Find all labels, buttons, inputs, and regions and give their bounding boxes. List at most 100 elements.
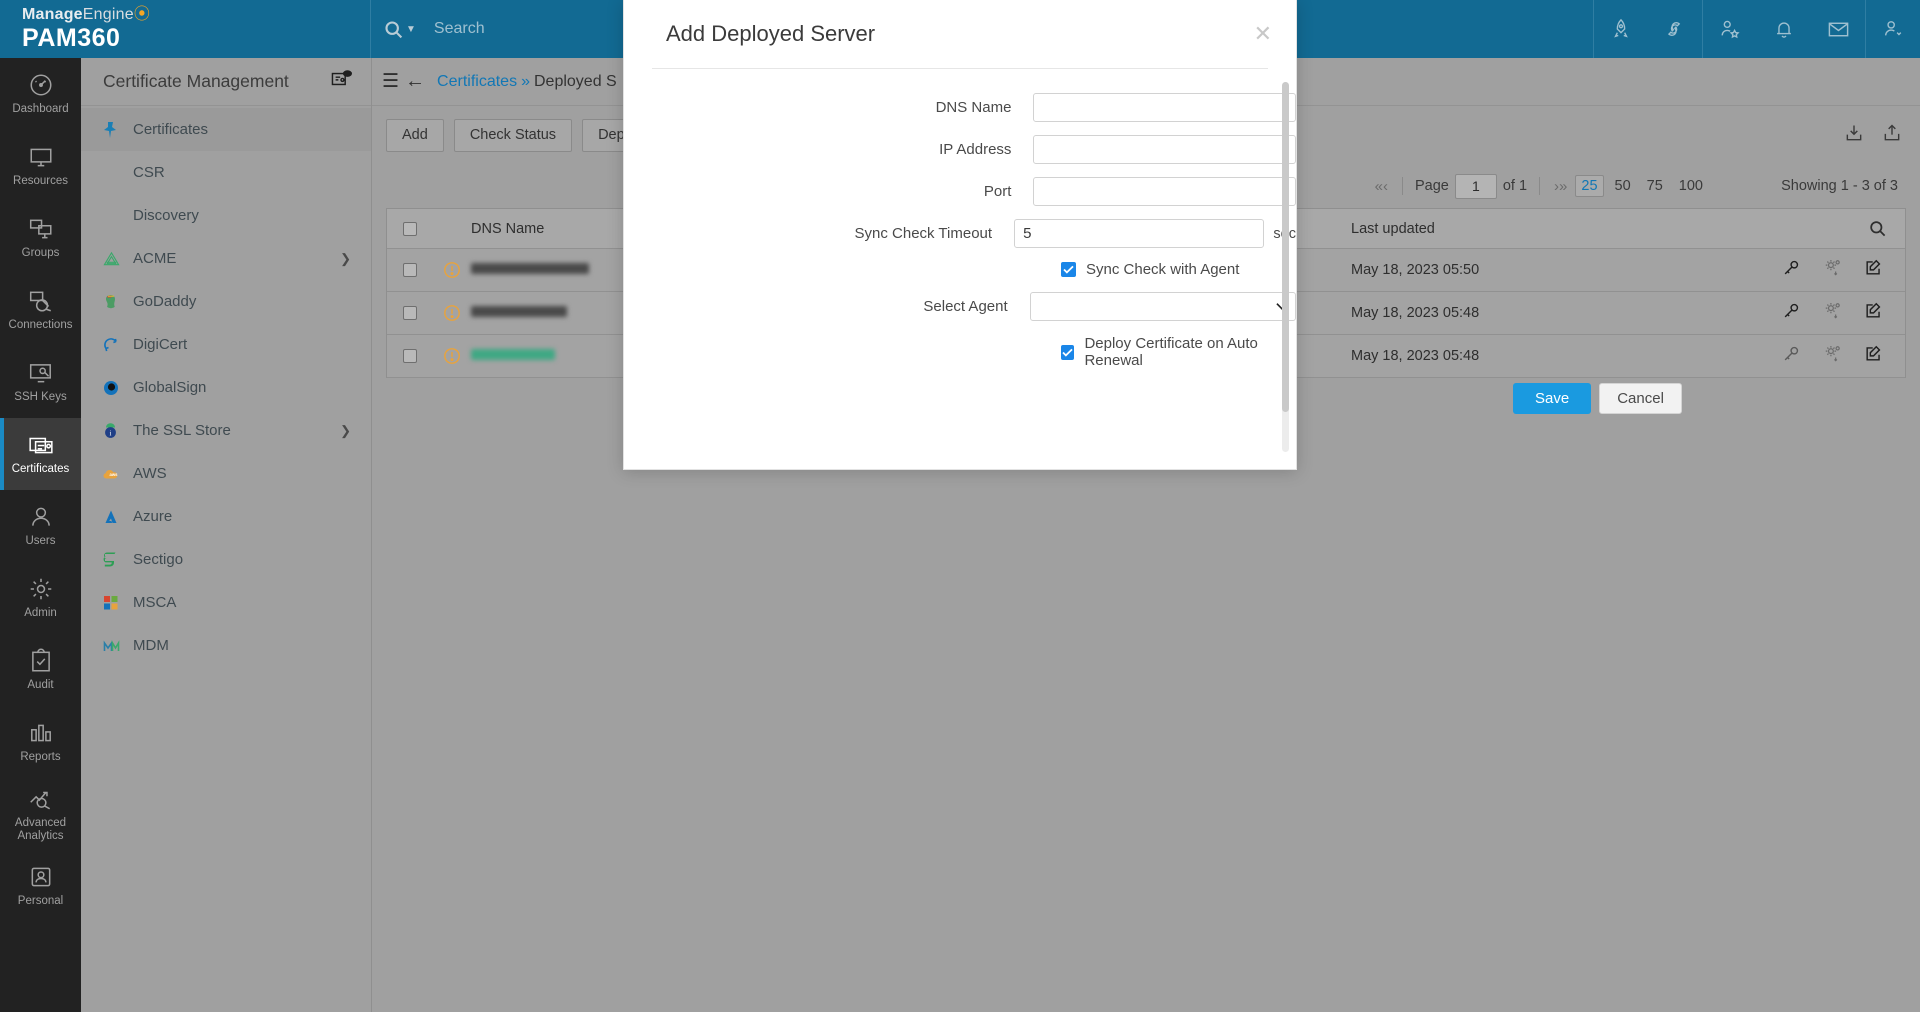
edit-icon[interactable]: [1864, 344, 1883, 368]
subnav-item-azure[interactable]: Azure: [81, 495, 371, 538]
sidebar-item-users[interactable]: Users: [0, 490, 81, 562]
page-total-label: of 1: [1503, 178, 1527, 194]
back-arrow-icon[interactable]: ←: [405, 70, 425, 93]
subnav-item-godaddy[interactable]: GoDaddy: [81, 280, 371, 323]
subnav-label: The SSL Store: [133, 422, 231, 439]
sidebar-item-reports[interactable]: Reports: [0, 706, 81, 778]
close-icon[interactable]: ✕: [1254, 23, 1272, 45]
dns-name-label: DNS Name: [624, 99, 1033, 116]
subnav-item-sectigo[interactable]: Sectigo: [81, 538, 371, 581]
sidebar-item-audit[interactable]: Audit: [0, 634, 81, 706]
mail-icon[interactable]: [1811, 0, 1865, 58]
page-size-50[interactable]: 50: [1610, 176, 1636, 196]
cancel-button[interactable]: Cancel: [1599, 383, 1682, 414]
godaddy-icon: [103, 293, 125, 310]
chevron-right-icon[interactable]: ❯: [340, 423, 351, 439]
page-size-75[interactable]: 75: [1642, 176, 1668, 196]
subnav-item-globalsign[interactable]: GlobalSign: [81, 366, 371, 409]
key-icon[interactable]: [1782, 258, 1801, 282]
hamburger-icon[interactable]: ☰: [382, 70, 399, 93]
gear-download-icon[interactable]: [1823, 301, 1842, 325]
dialog-header: Add Deployed Server ✕: [624, 0, 1296, 68]
subnav-label: CSR: [133, 164, 165, 181]
subnav-label: MSCA: [133, 594, 176, 611]
subnav-label: GoDaddy: [133, 293, 196, 310]
key-icon[interactable]: [1782, 344, 1801, 368]
select-all-checkbox[interactable]: [387, 222, 433, 236]
primary-sidebar: Dashboard Resources Groups Connections: [0, 58, 81, 1012]
subnav-item-aws[interactable]: aws AWS: [81, 452, 371, 495]
subnav-item-discovery[interactable]: Discovery: [81, 194, 371, 237]
sidebar-item-admin[interactable]: Admin: [0, 562, 81, 634]
port-input[interactable]: [1033, 177, 1296, 206]
sidebar-item-resources[interactable]: Resources: [0, 130, 81, 202]
select-agent-dropdown[interactable]: [1030, 292, 1296, 321]
check-status-button[interactable]: Check Status: [454, 119, 572, 152]
sidebar-item-certificates[interactable]: Certificates: [0, 418, 81, 490]
link-icon[interactable]: [1648, 0, 1702, 58]
dialog-scrollbar[interactable]: [1282, 82, 1289, 452]
subnav-header: Certificate Management: [81, 58, 371, 106]
sidebar-item-personal[interactable]: Personal: [0, 850, 81, 922]
sidebar-item-ssh-keys[interactable]: SSH Keys: [0, 346, 81, 418]
sidebar-item-advanced-analytics[interactable]: Advanced Analytics: [0, 778, 81, 850]
row-actions: [1601, 258, 1905, 282]
first-page-icon[interactable]: «‹: [1373, 178, 1390, 195]
bell-icon[interactable]: [1757, 0, 1811, 58]
download-icon[interactable]: [1844, 123, 1864, 148]
rocket-icon[interactable]: [1594, 0, 1648, 58]
gear-download-icon[interactable]: [1823, 344, 1842, 368]
sidebar-item-dashboard[interactable]: Dashboard: [0, 58, 81, 130]
row-checkbox[interactable]: [387, 306, 433, 320]
sync-check-with-agent-checkbox[interactable]: [1061, 262, 1076, 277]
subnav-item-digicert[interactable]: DigiCert: [81, 323, 371, 366]
subnav-item-mdm[interactable]: MDM: [81, 624, 371, 667]
user-account-icon[interactable]: [1866, 0, 1920, 58]
add-deployed-server-dialog: Add Deployed Server ✕ DNS Name IP Addres…: [623, 0, 1297, 470]
gear-download-icon[interactable]: [1823, 258, 1842, 282]
sync-check-timeout-input[interactable]: [1014, 219, 1264, 248]
subnav-item-csr[interactable]: CSR: [81, 151, 371, 194]
dns-name-input[interactable]: [1033, 93, 1296, 122]
user-star-icon[interactable]: [1703, 0, 1757, 58]
row-checkbox[interactable]: [387, 349, 433, 363]
sidebar-label: Groups: [22, 247, 60, 260]
deploy-auto-renewal-row[interactable]: Deploy Certificate on Auto Renewal: [1061, 335, 1296, 369]
globalsign-icon: [103, 380, 125, 396]
brand-logo[interactable]: ManageEngine⦿ PAM360: [0, 0, 370, 58]
certificate-badge-icon[interactable]: [331, 69, 353, 94]
subnav-item-the-ssl-store[interactable]: i The SSL Store ❯: [81, 409, 371, 452]
subnav-item-acme[interactable]: ACME ❯: [81, 237, 371, 280]
search-dropdown-caret[interactable]: ▼: [406, 24, 416, 35]
page-label: Page: [1415, 178, 1449, 194]
column-header-last-updated[interactable]: Last updated: [1351, 221, 1601, 237]
edit-icon[interactable]: [1864, 258, 1883, 282]
subnav-item-msca[interactable]: MSCA: [81, 581, 371, 624]
ip-address-input[interactable]: [1033, 135, 1296, 164]
sidebar-item-groups[interactable]: Groups: [0, 202, 81, 274]
sync-check-with-agent-row[interactable]: Sync Check with Agent: [1061, 261, 1296, 278]
certificate-management-sidebar: Certificate Management Certificates CSR: [81, 58, 372, 1012]
page-size-100[interactable]: 100: [1674, 176, 1708, 196]
breadcrumb-root-link[interactable]: Certificates: [437, 73, 517, 91]
edit-icon[interactable]: [1864, 301, 1883, 325]
deploy-auto-renewal-checkbox[interactable]: [1061, 345, 1074, 360]
subnav-label: DigiCert: [133, 336, 187, 353]
search-icon[interactable]: ▼: [383, 19, 416, 40]
table-search-icon[interactable]: [1868, 219, 1905, 238]
page-number-input[interactable]: [1455, 174, 1497, 199]
chevron-right-icon[interactable]: ❯: [340, 251, 351, 267]
row-checkbox[interactable]: [387, 263, 433, 277]
upload-icon[interactable]: [1882, 123, 1902, 148]
save-button[interactable]: Save: [1513, 383, 1591, 414]
dialog-scrollbar-thumb[interactable]: [1282, 82, 1289, 412]
page-size-25[interactable]: 25: [1575, 175, 1603, 197]
sidebar-item-connections[interactable]: Connections: [0, 274, 81, 346]
svg-text:aws: aws: [110, 472, 119, 477]
subnav-item-certificates[interactable]: Certificates: [81, 108, 371, 151]
next-page-icon[interactable]: ›»: [1552, 178, 1569, 195]
add-button[interactable]: Add: [386, 119, 444, 152]
pin-icon: [103, 122, 125, 138]
ip-address-label: IP Address: [624, 141, 1033, 158]
key-icon[interactable]: [1782, 301, 1801, 325]
